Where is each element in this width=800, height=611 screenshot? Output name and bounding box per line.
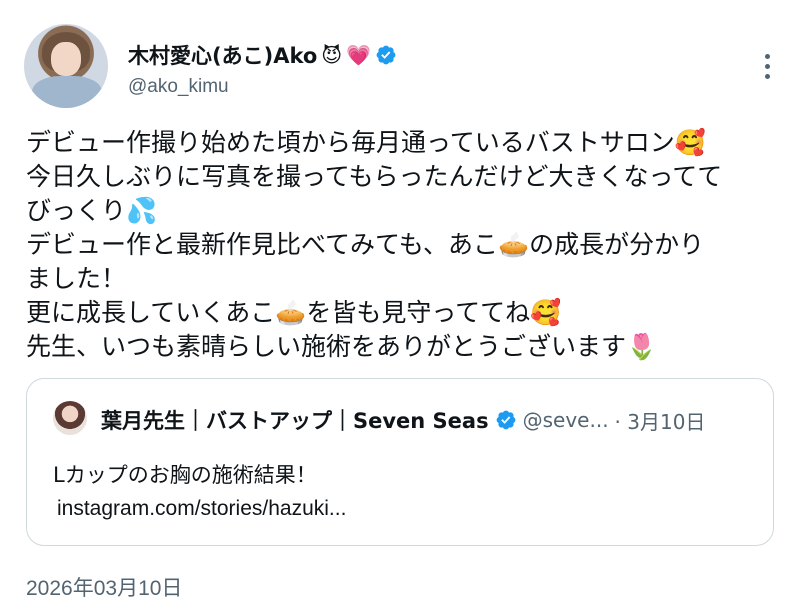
tweet-line: ました！ bbox=[26, 264, 127, 293]
tweet-line: デビュー作と最新作見比べてみても、あこ🥧の成長が分かり bbox=[26, 230, 705, 259]
quoted-author-handle[interactable]: @seve... bbox=[523, 408, 609, 432]
tweet-line: 更に成長していくあこ🥧を皆も見守っててね🥰 bbox=[26, 298, 562, 327]
pink-heart-emoji: 💗 bbox=[346, 43, 372, 67]
quoted-tweet-link[interactable]: instagram.com/stories/hazuki... bbox=[57, 493, 346, 525]
author-display-name[interactable]: 木村愛心(あこ)Ako bbox=[128, 40, 317, 70]
more-vertical-icon[interactable] bbox=[764, 54, 772, 82]
tweet-line: デビュー作撮り始めた頃から毎月通っているバストサロン🥰 bbox=[26, 128, 706, 157]
verified-badge-icon bbox=[376, 45, 396, 65]
tweet-line: 先生、いつも素晴らしい施術をありがとうございます🌷 bbox=[26, 332, 658, 361]
author-avatar[interactable] bbox=[24, 24, 108, 108]
tweet-timestamp[interactable]: 2026年03月10日 bbox=[26, 572, 182, 602]
quoted-author-avatar[interactable] bbox=[53, 401, 87, 435]
tweet-header: 木村愛心(あこ)Ako 😈 💗 @ako_kimu bbox=[24, 24, 784, 112]
tweet-text: デビュー作撮り始めた頃から毎月通っているバストサロン🥰 今日久しぶりに写真を撮っ… bbox=[26, 126, 776, 364]
tweet-line: 今日久しぶりに写真を撮ってもらったんだけど大きくなってて bbox=[26, 162, 723, 191]
quoted-tweet-text: Lカップのお胸の施術結果！ bbox=[53, 463, 317, 487]
quoted-tweet-date[interactable]: · 3月10日 bbox=[615, 406, 706, 435]
devil-emoji: 😈 bbox=[321, 43, 343, 67]
verified-badge-icon bbox=[496, 410, 516, 430]
author-name-row: 木村愛心(あこ)Ako 😈 💗 bbox=[128, 40, 397, 70]
quoted-tweet-header: 葉月先生｜バストアップ｜Seven Seas @seve... · 3月10日 bbox=[101, 405, 705, 435]
quoted-author-display-name[interactable]: 葉月先生｜バストアップ｜Seven Seas bbox=[101, 405, 489, 435]
author-handle[interactable]: @ako_kimu bbox=[128, 76, 229, 98]
tweet-line: びっくり💦 bbox=[26, 196, 158, 225]
quoted-tweet-card[interactable]: 葉月先生｜バストアップ｜Seven Seas @seve... · 3月10日 … bbox=[26, 378, 774, 546]
